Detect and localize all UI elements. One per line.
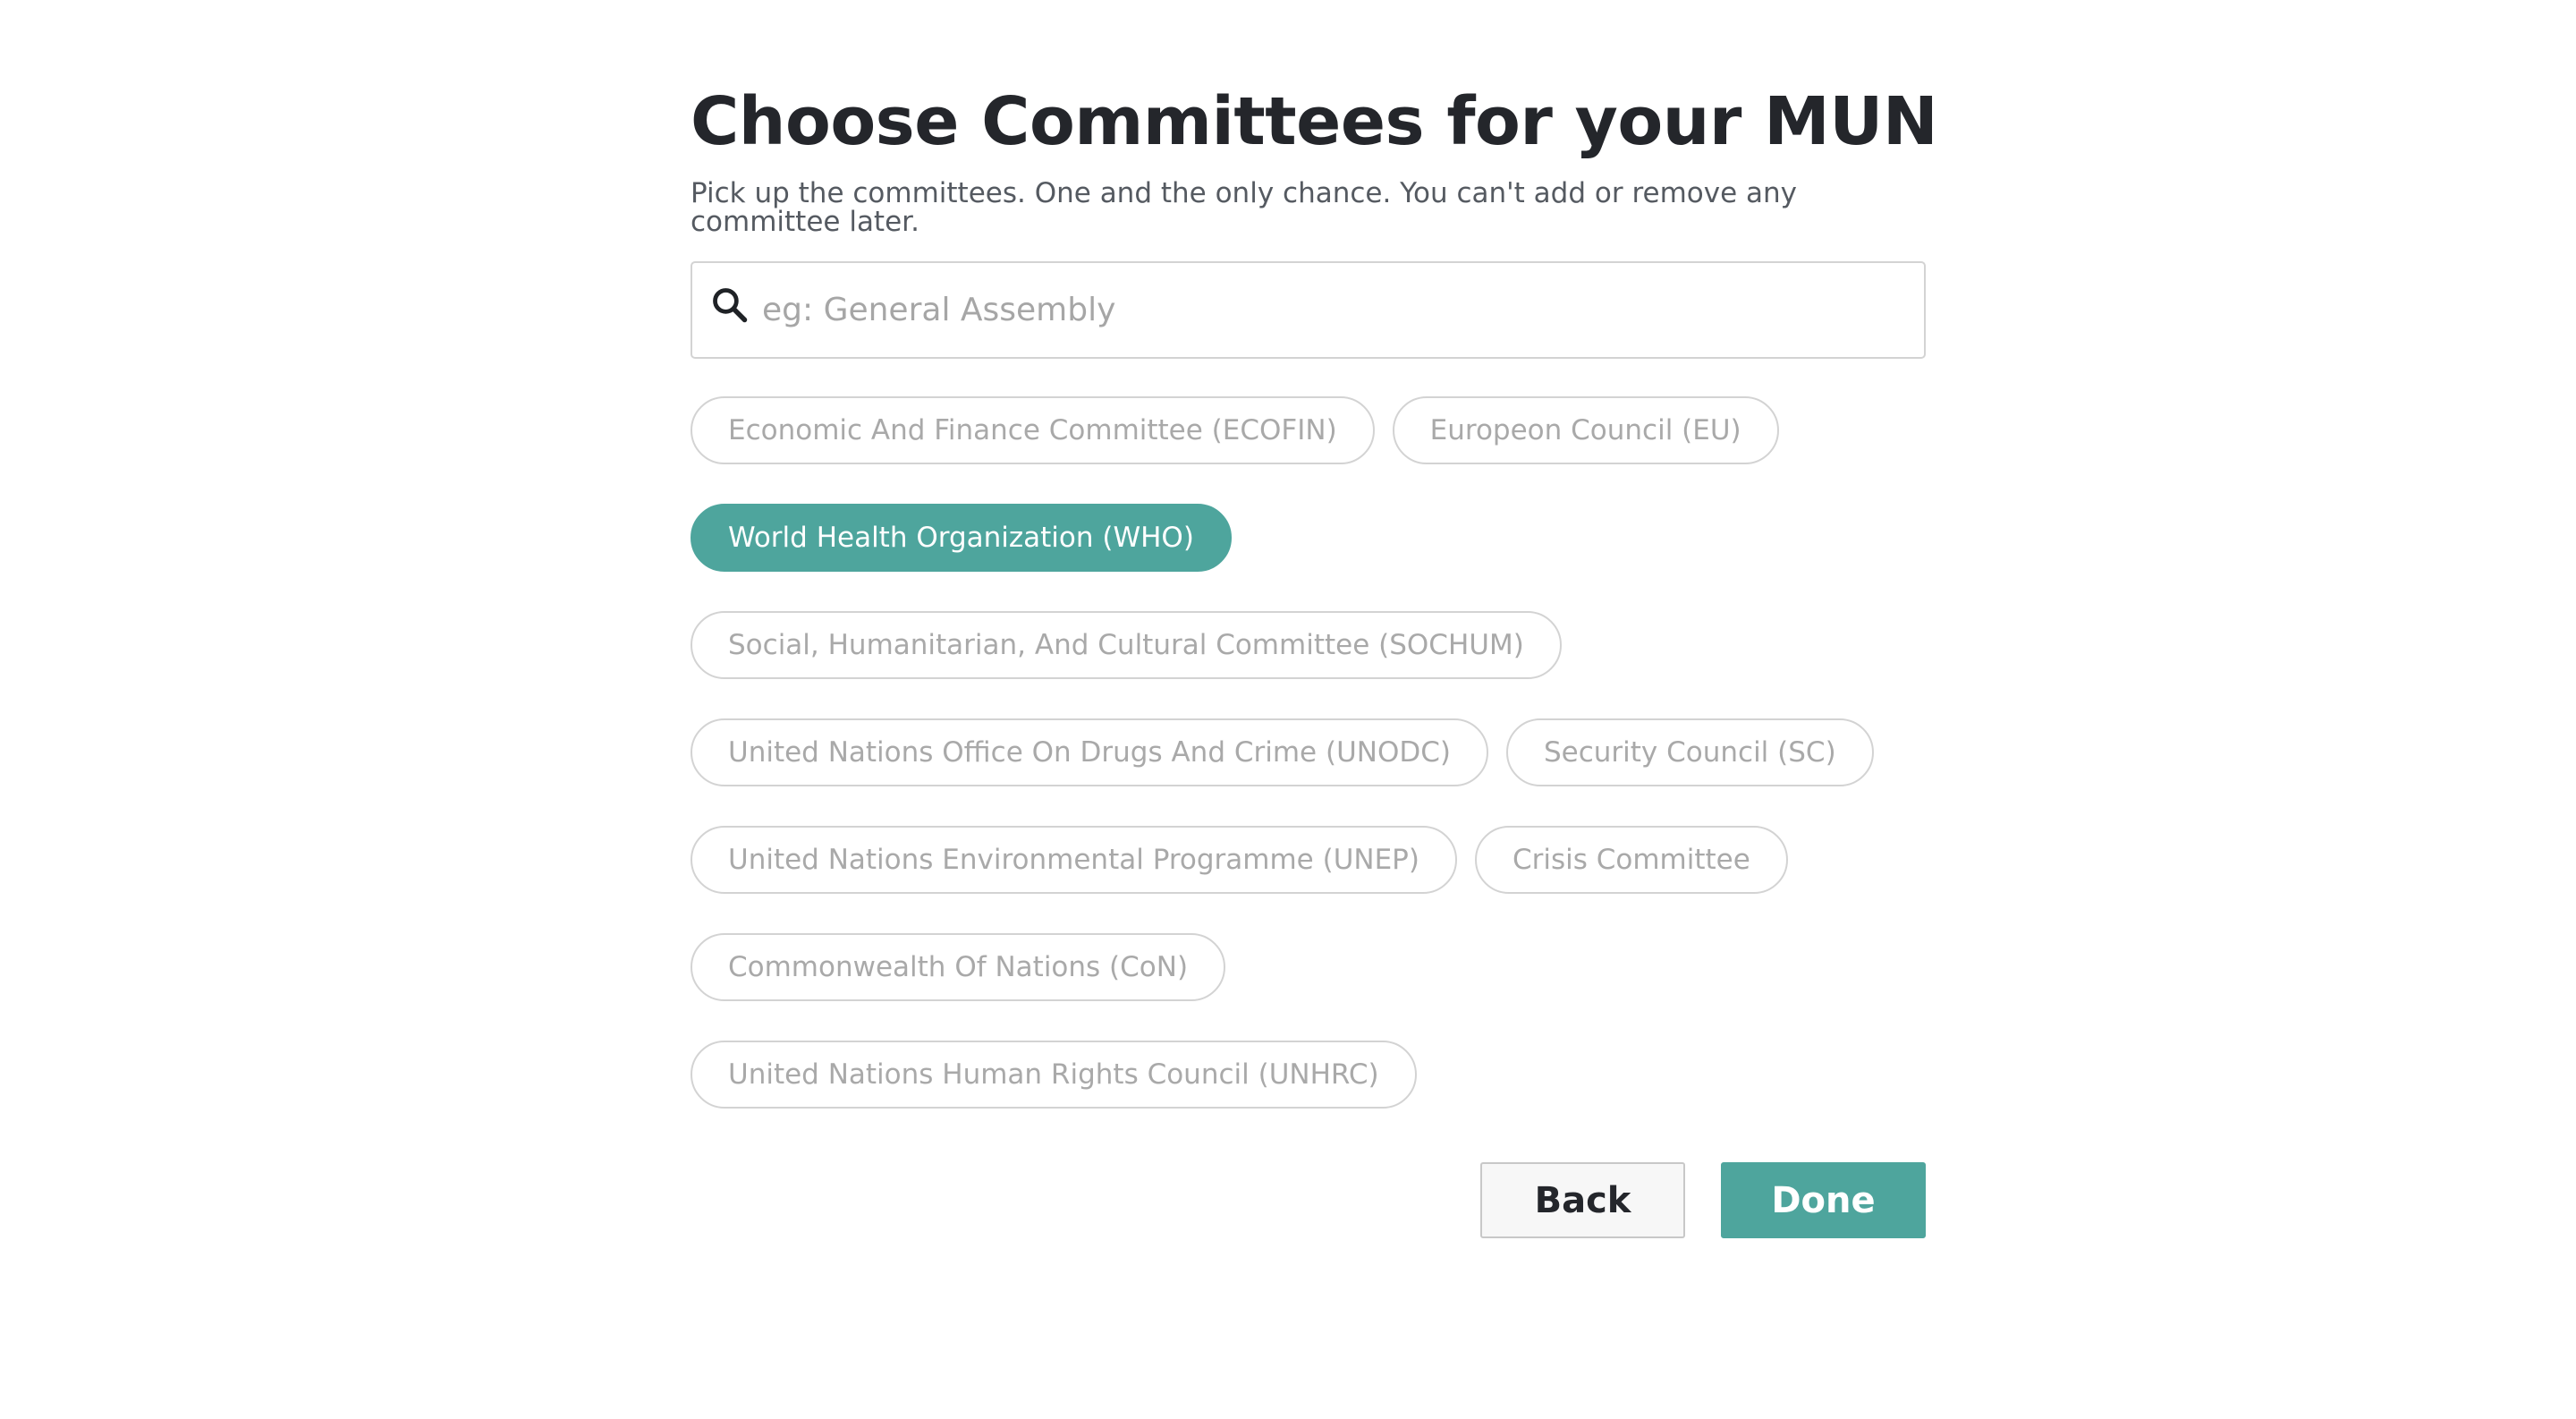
committee-chip-list: Economic And Finance Committee (ECOFIN) … — [691, 396, 1926, 1109]
committee-chip-con[interactable]: Commonwealth Of Nations (CoN) — [691, 933, 1226, 1001]
back-button[interactable]: Back — [1480, 1162, 1685, 1238]
done-button[interactable]: Done — [1721, 1162, 1926, 1238]
search-input[interactable] — [760, 291, 1924, 329]
committee-chip-sochum[interactable]: Social, Humanitarian, And Cultural Commi… — [691, 611, 1562, 679]
action-bar: Back Done — [691, 1162, 1926, 1238]
committee-chip-crisis[interactable]: Crisis Committee — [1474, 826, 1788, 894]
search-icon — [713, 287, 748, 322]
committee-chip-unep[interactable]: United Nations Environmental Programme (… — [691, 826, 1457, 894]
committee-chip-sc[interactable]: Security Council (SC) — [1505, 718, 1874, 786]
committee-chip-unhrc[interactable]: United Nations Human Rights Council (UNH… — [691, 1041, 1417, 1109]
committee-selection-panel: Choose Committees for your MUN Pick up t… — [691, 77, 1938, 1238]
page-subtitle: Pick up the committees. One and the only… — [691, 177, 1798, 238]
search-box — [691, 261, 1926, 359]
committee-chip-eu[interactable]: Europeon Council (EU) — [1392, 396, 1779, 464]
committee-chip-ecofin[interactable]: Economic And Finance Committee (ECOFIN) — [691, 396, 1375, 464]
committee-chip-who[interactable]: World Health Organization (WHO) — [691, 504, 1232, 572]
committee-chip-unodc[interactable]: United Nations Office On Drugs And Crime… — [691, 718, 1488, 786]
page-title: Choose Committees for your MUN — [691, 83, 1938, 160]
